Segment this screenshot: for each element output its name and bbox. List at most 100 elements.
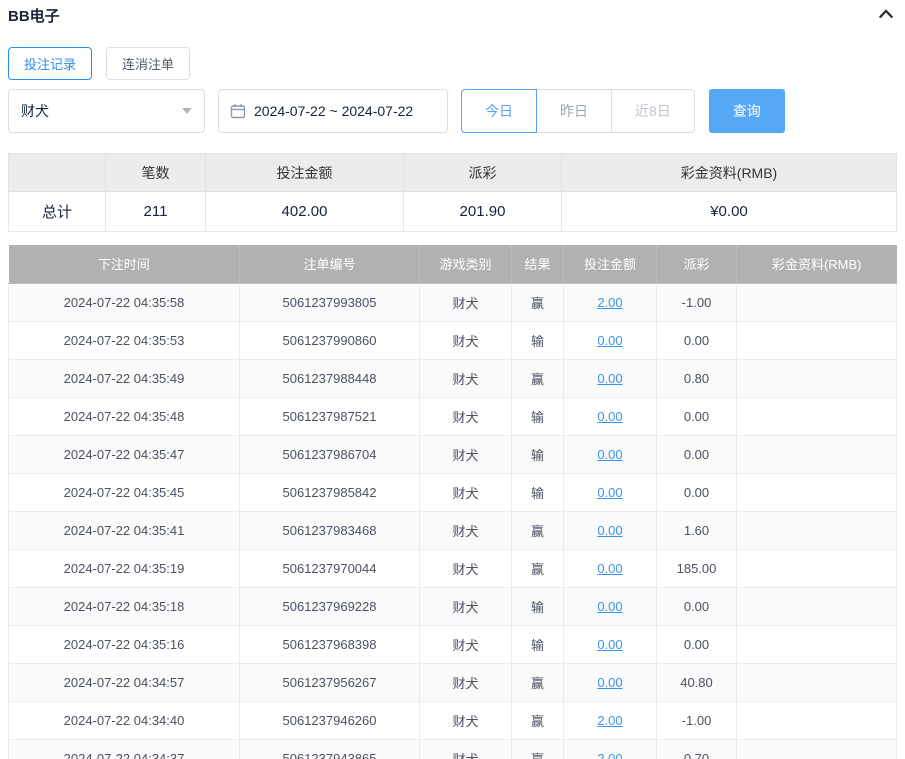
bet-amount-cell: 0.00 [563, 586, 657, 626]
bet-amount-link[interactable]: 2.00 [597, 751, 622, 759]
table-row: 2024-07-22 04:35:49 5061237988448 财犬赢 0.00 0… [8, 358, 897, 398]
payout-cell: 0.00 [656, 396, 737, 436]
summary-header-cell: 笔数 [105, 153, 206, 192]
order-number-cell: 5061237993805 [239, 282, 420, 322]
bet-amount-link[interactable]: 2.00 [597, 295, 622, 310]
result-cell: 赢 [511, 358, 564, 398]
summary-header-cell: 彩金资料(RMB) [561, 153, 897, 192]
bonus-cell [736, 472, 897, 512]
bet-time-cell: 2024-07-22 04:35:47 [8, 434, 240, 474]
bet-amount-cell: 0.00 [563, 358, 657, 398]
table-row: 2024-07-22 04:35:58 5061237993805 财犬赢 2.00 -… [8, 282, 897, 322]
game-type-cell: 财犬 [419, 320, 512, 360]
bonus-cell [736, 738, 897, 759]
bet-time-cell: 2024-07-22 04:34:57 [8, 662, 240, 702]
bonus-cell [736, 586, 897, 626]
result-cell: 赢 [511, 548, 564, 588]
records-tbody: 2024-07-22 04:35:58 5061237993805 财犬赢 2.00-… [8, 282, 897, 759]
bet-amount-link[interactable]: 0.00 [597, 599, 622, 614]
bet-time-cell: 2024-07-22 04:35:16 [8, 624, 240, 664]
order-number-cell: 5061237983468 [239, 510, 420, 550]
result-cell: 输 [511, 434, 564, 474]
bet-amount-link[interactable]: 0.00 [597, 523, 622, 538]
records-header-cell: 结果 [511, 245, 564, 284]
result-cell: 赢 [511, 700, 564, 740]
game-type-cell: 财犬 [419, 358, 512, 398]
tabs: 投注记录 连消注单 [8, 47, 897, 80]
bonus-cell [736, 396, 897, 436]
game-select[interactable]: 财犬 [8, 89, 205, 133]
payout-cell: 0.80 [656, 358, 737, 398]
game-select-value: 财犬 [21, 103, 49, 119]
bet-amount-cell: 0.00 [563, 434, 657, 474]
table-row: 2024-07-22 04:34:57 5061237956267 财犬赢 0.00 4… [8, 662, 897, 702]
table-row: 2024-07-22 04:35:19 5061237970044 财犬赢 0.00 1… [8, 548, 897, 588]
game-type-cell: 财犬 [419, 510, 512, 550]
bet-amount-cell: 2.00 [563, 282, 657, 322]
bet-amount-link[interactable]: 0.00 [597, 447, 622, 462]
tab-cancelled-orders[interactable]: 连消注单 [106, 47, 191, 80]
collapse-button[interactable] [875, 4, 897, 26]
bet-amount-cell: 2.00 [563, 700, 657, 740]
search-button[interactable]: 查询 [708, 89, 785, 133]
payout-cell: -1.00 [656, 282, 737, 322]
summary-header-cell: 投注金额 [205, 153, 404, 192]
bet-amount-link[interactable]: 2.00 [597, 713, 622, 728]
table-row: 2024-07-22 04:35:48 5061237987521 财犬输 0.00 0… [8, 396, 897, 436]
records-table: 下注时间 注单编号 游戏类别 结果 投注金额 派彩 彩金资料(RMB) 2024-07-22… [8, 245, 897, 759]
bonus-cell [736, 548, 897, 588]
last-8-days-button[interactable]: 近8日 [611, 89, 695, 133]
quick-date-buttons: 今日 昨日 近8日 [461, 89, 695, 133]
game-type-cell: 财犬 [419, 700, 512, 740]
records-header-cell: 派彩 [656, 245, 737, 284]
bonus-cell [736, 624, 897, 664]
order-number-cell: 5061237970044 [239, 548, 420, 588]
bet-time-cell: 2024-07-22 04:35:18 [8, 586, 240, 626]
bet-amount-link[interactable]: 0.00 [597, 371, 622, 386]
bet-amount-link[interactable]: 0.00 [597, 675, 622, 690]
summary-value-cell: 总计 [8, 191, 106, 232]
date-range-value: 2024-07-22 ~ 2024-07-22 [254, 103, 414, 119]
payout-cell: 185.00 [656, 548, 737, 588]
bet-amount-cell: 0.00 [563, 662, 657, 702]
yesterday-button[interactable]: 昨日 [536, 89, 612, 133]
tab-bet-records[interactable]: 投注记录 [8, 47, 93, 80]
bet-amount-link[interactable]: 0.00 [597, 333, 622, 348]
date-range-picker[interactable]: 2024-07-22 ~ 2024-07-22 [218, 89, 448, 133]
bonus-cell [736, 700, 897, 740]
calendar-icon [230, 103, 246, 119]
chevron-down-icon [182, 108, 192, 114]
bonus-cell [736, 320, 897, 360]
payout-cell: 0.00 [656, 434, 737, 474]
order-number-cell: 5061237988448 [239, 358, 420, 398]
result-cell: 输 [511, 320, 564, 360]
records-header-cell: 游戏类别 [419, 245, 512, 284]
today-button[interactable]: 今日 [461, 89, 537, 133]
chevron-up-icon [877, 5, 895, 26]
game-type-cell: 财犬 [419, 396, 512, 436]
summary-table: 笔数 投注金额 派彩 彩金资料(RMB) 总计 211 402.00 201.90 ¥0.00 [8, 153, 897, 232]
bet-time-cell: 2024-07-22 04:34:37 [8, 738, 240, 759]
game-type-cell: 财犬 [419, 586, 512, 626]
summary-header-cell: 派彩 [403, 153, 562, 192]
bet-time-cell: 2024-07-22 04:35:53 [8, 320, 240, 360]
game-type-cell: 财犬 [419, 548, 512, 588]
game-type-cell: 财犬 [419, 472, 512, 512]
bet-time-cell: 2024-07-22 04:35:19 [8, 548, 240, 588]
bet-amount-cell: 0.00 [563, 320, 657, 360]
order-number-cell: 5061237985842 [239, 472, 420, 512]
panel-header: BB电子 [8, 0, 897, 26]
bet-amount-link[interactable]: 0.00 [597, 485, 622, 500]
table-row: 2024-07-22 04:35:16 5061237968398 财犬输 0.00 0… [8, 624, 897, 664]
summary-header-cell [8, 153, 106, 192]
records-header-cell: 投注金额 [563, 245, 657, 284]
result-cell: 赢 [511, 282, 564, 322]
bet-amount-link[interactable]: 0.00 [597, 409, 622, 424]
bonus-cell [736, 510, 897, 550]
table-row: 2024-07-22 04:35:41 5061237983468 财犬赢 0.00 1… [8, 510, 897, 550]
bet-amount-link[interactable]: 0.00 [597, 561, 622, 576]
summary-value-cell: ¥0.00 [561, 191, 897, 232]
summary-value-cell: 201.90 [403, 191, 562, 232]
table-row: 2024-07-22 04:35:18 5061237969228 财犬输 0.00 0… [8, 586, 897, 626]
bet-amount-link[interactable]: 0.00 [597, 637, 622, 652]
